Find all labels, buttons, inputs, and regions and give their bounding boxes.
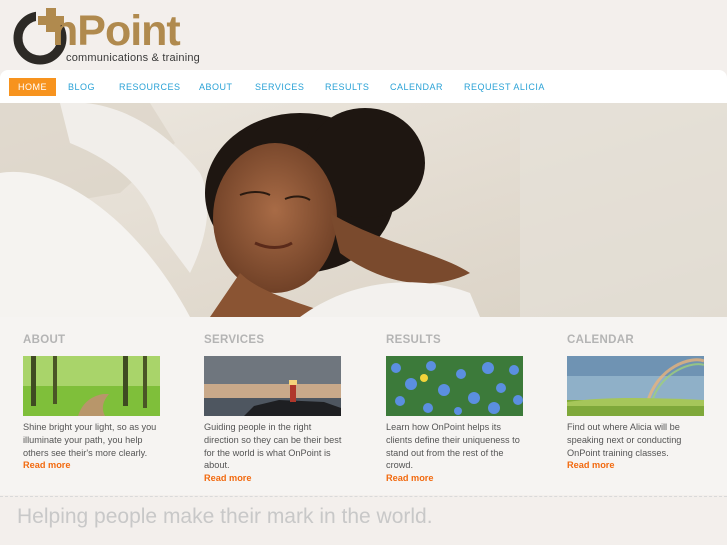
nav-services[interactable]: SERVICES xyxy=(255,78,304,96)
flowers-image[interactable] xyxy=(386,356,523,416)
lighthouse-image[interactable] xyxy=(204,356,341,416)
feature-text: Learn how OnPoint helps its clients defi… xyxy=(386,422,520,471)
nav-home[interactable]: HOME xyxy=(9,78,56,96)
footer-tagline: Helping people make their mark in the wo… xyxy=(17,505,433,528)
nav-resources[interactable]: RESOURCES xyxy=(119,78,181,96)
read-more-link[interactable]: Read more xyxy=(204,472,344,485)
rainbow-image[interactable] xyxy=(567,356,704,416)
nav-about[interactable]: ABOUT xyxy=(199,78,233,96)
footer-divider xyxy=(0,496,727,497)
feature-title[interactable]: SERVICES xyxy=(204,334,344,349)
read-more-link[interactable]: Read more xyxy=(567,459,707,472)
hero-image xyxy=(0,103,727,317)
feature-text: Shine bright your light, so as you illum… xyxy=(23,422,157,458)
nav-request-alicia[interactable]: REQUEST ALICIA xyxy=(464,78,545,96)
read-more-link[interactable]: Read more xyxy=(386,472,526,485)
woman-relaxing-illustration xyxy=(0,103,727,317)
logo-tagline: communications & training xyxy=(66,52,201,64)
nav-calendar[interactable]: CALENDAR xyxy=(390,78,443,96)
main-nav: HOME BLOG RESOURCES ABOUT SERVICES RESUL… xyxy=(0,70,727,103)
feature-title[interactable]: RESULTS xyxy=(386,334,526,349)
logo-wordmark-text: nPoint xyxy=(52,7,181,55)
read-more-link[interactable]: Read more xyxy=(23,459,163,472)
feature-title[interactable]: CALENDAR xyxy=(567,334,707,349)
feature-columns: ABOUT Shine bright your light, so as you… xyxy=(0,317,727,495)
logo-wordmark: nPoint xyxy=(52,6,181,56)
feature-title[interactable]: ABOUT xyxy=(23,334,163,349)
nav-results[interactable]: RESULTS xyxy=(325,78,369,96)
feature-text: Guiding people in the right direction so… xyxy=(204,422,342,471)
forest-path-image[interactable] xyxy=(23,356,160,416)
header: nPoint communications & training xyxy=(0,0,727,70)
nav-blog[interactable]: BLOG xyxy=(68,78,95,96)
logo[interactable]: nPoint communications & training xyxy=(12,6,217,66)
feature-results: RESULTS Learn how OnPoint helps its clie… xyxy=(386,334,526,485)
feature-text: Find out where Alicia will be speaking n… xyxy=(567,422,682,458)
feature-calendar: CALENDAR Find out where Alicia will be s… xyxy=(567,334,707,472)
feature-about: ABOUT Shine bright your light, so as you… xyxy=(23,334,163,472)
feature-services: SERVICES Guiding people in the right dir… xyxy=(204,334,344,485)
